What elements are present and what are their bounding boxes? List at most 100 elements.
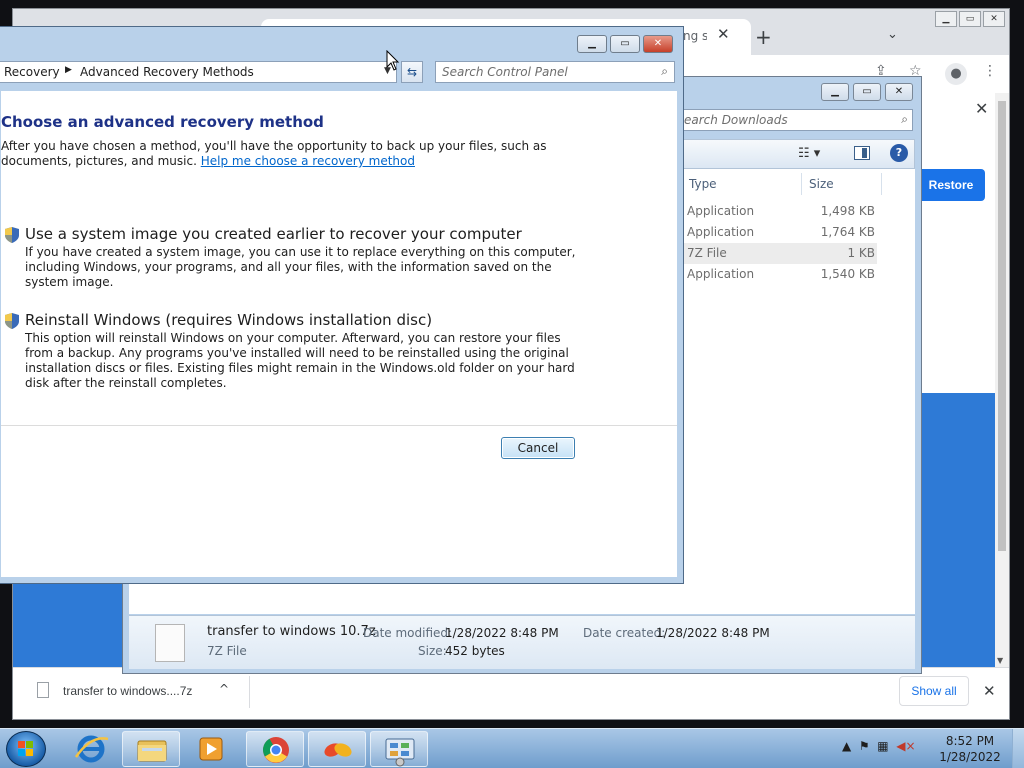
details-file-name: transfer to windows 10.7z (207, 624, 376, 639)
profile-avatar-icon[interactable]: ● (945, 63, 967, 85)
control-panel-icon (385, 738, 415, 767)
minimize-button[interactable]: ▁ (821, 83, 849, 101)
date-created-value: 1/28/2022 8:48 PM (656, 626, 770, 640)
page-title: Choose an advanced recovery method (1, 113, 324, 131)
file-size: 1,498 KB (820, 204, 875, 218)
taskbar-google-chrome[interactable] (246, 731, 304, 767)
size-label: Size: (418, 644, 447, 658)
address-bar[interactable]: Recovery ▶ Advanced Recovery Methods ▼ (0, 61, 397, 83)
downloads-bar-close-icon[interactable]: ✕ (983, 682, 996, 700)
close-button[interactable]: ✕ (643, 35, 673, 53)
maximize-button[interactable]: ▭ (610, 35, 640, 53)
download-item-name[interactable]: transfer to windows....7z (63, 684, 192, 698)
show-all-button[interactable]: Show all (899, 676, 969, 706)
new-tab-button[interactable]: + (755, 25, 772, 49)
app-icon (324, 743, 352, 757)
start-button[interactable] (6, 731, 46, 767)
file-row[interactable]: Application 1,498 KB (683, 201, 877, 222)
search-control-panel-input[interactable]: Search Control Panel ⌕ (435, 61, 675, 83)
file-size: 1,764 KB (820, 225, 875, 239)
action-center-flag-icon[interactable]: ⚑ (859, 739, 870, 753)
windows-logo-icon (18, 741, 33, 756)
breadcrumb-advanced-recovery-methods[interactable]: Advanced Recovery Methods (80, 65, 254, 79)
file-row[interactable]: Application 1,764 KB (683, 222, 877, 243)
minimize-button[interactable]: ▁ (935, 11, 957, 27)
taskbar-control-panel[interactable] (370, 731, 428, 767)
file-type: 7Z File (687, 246, 727, 260)
restore-button[interactable]: Restore (917, 169, 985, 201)
file-size: 1,540 KB (820, 267, 875, 281)
search-icon[interactable]: ⌕ (661, 64, 668, 79)
tab-title: ng sı (683, 29, 707, 43)
file-icon (155, 624, 185, 662)
mouse-cursor-icon (386, 50, 400, 71)
column-header-size[interactable]: Size (809, 177, 834, 191)
system-image-option-description: If you have created a system image, you … (25, 245, 576, 289)
explorer-window-controls: ▁ ▭ ✕ (821, 83, 913, 101)
search-placeholder: Search Control Panel (442, 65, 568, 79)
change-view-icon[interactable]: ☷ ▾ (798, 146, 820, 161)
taskbar-clock[interactable]: 8:52 PM 1/28/2022 (930, 733, 1010, 765)
date-created-label: Date created: (583, 626, 666, 640)
search-placeholder: earch Downloads (684, 113, 788, 127)
page-description: After you have chosen a method, you'll h… (1, 139, 561, 169)
date-modified-label: Date modified: (363, 626, 453, 640)
help-choose-recovery-link[interactable]: Help me choose a recovery method (201, 154, 415, 168)
refresh-button[interactable]: ⇆ (401, 61, 423, 83)
details-pane: transfer to windows 10.7z 7Z File Date m… (129, 615, 915, 669)
cancel-button[interactable]: Cancel (501, 437, 575, 459)
chrome-window-controls: ▁ ▭ ✕ (935, 11, 1005, 27)
taskbar-media-player[interactable] (182, 731, 240, 767)
media-player-icon (199, 737, 223, 761)
volume-muted-icon[interactable]: ◀× (896, 739, 915, 753)
page-dialog-card (913, 93, 999, 393)
tab-search-chevron-icon[interactable]: ⌄ (887, 27, 898, 42)
file-type: Application (687, 267, 755, 281)
search-downloads-input[interactable]: earch Downloads ⌕ (679, 109, 913, 131)
close-button[interactable]: ✕ (983, 11, 1005, 27)
taskbar-internet-explorer[interactable] (62, 731, 120, 767)
breadcrumb-arrow-icon[interactable]: ▶ (65, 65, 72, 75)
column-divider[interactable] (801, 173, 802, 195)
file-row-selected[interactable]: 7Z File 1 KB (683, 243, 877, 264)
close-button[interactable]: ✕ (885, 83, 913, 101)
network-icon[interactable]: ▦ (877, 739, 888, 753)
taskbar: ▲ ⚑ ▦ ◀× 8:52 PM 1/28/2022 (0, 728, 1024, 768)
details-file-type: 7Z File (207, 644, 247, 658)
download-options-chevron-icon[interactable]: ^ (219, 682, 229, 696)
divider (1, 425, 677, 426)
file-row[interactable]: Application 1,540 KB (683, 264, 877, 285)
page-scrollbar[interactable]: ▼ (995, 93, 1009, 667)
clock-date: 1/28/2022 (939, 750, 1001, 764)
chrome-icon (262, 737, 289, 763)
page-dialog-close-icon[interactable]: ✕ (975, 99, 988, 118)
search-icon[interactable]: ⌕ (901, 112, 908, 127)
maximize-button[interactable]: ▭ (959, 11, 981, 27)
preview-pane-icon[interactable] (854, 146, 870, 160)
column-divider[interactable] (881, 173, 882, 195)
folder-icon (137, 740, 167, 762)
system-image-option-link[interactable]: Use a system image you created earlier t… (25, 225, 522, 243)
internet-explorer-icon (74, 735, 109, 763)
system-tray: ▲ ⚑ ▦ ◀× (842, 739, 916, 753)
reinstall-windows-option-link[interactable]: Reinstall Windows (requires Windows inst… (25, 311, 432, 329)
show-hidden-icons-chevron-icon[interactable]: ▲ (842, 739, 851, 753)
help-icon[interactable]: ? (890, 144, 908, 162)
minimize-button[interactable]: ▁ (577, 35, 607, 53)
advanced-recovery-window: ▁ ▭ ✕ Recovery ▶ Advanced Recovery Metho… (0, 26, 684, 584)
scrollbar-thumb[interactable] (998, 101, 1006, 551)
size-value: 452 bytes (445, 644, 505, 658)
tab-close-icon[interactable]: ✕ (717, 25, 730, 43)
show-desktop-button[interactable] (1012, 729, 1024, 768)
recovery-content: Choose an advanced recovery method After… (1, 91, 677, 577)
uac-shield-icon (5, 313, 19, 329)
taskbar-windows-explorer[interactable] (122, 731, 180, 767)
breadcrumb-recovery[interactable]: Recovery (4, 65, 60, 79)
menu-dots-icon[interactable]: ⋮ (983, 63, 997, 79)
column-header-type[interactable]: Type (689, 177, 717, 191)
scroll-down-arrow-icon[interactable]: ▼ (997, 656, 1003, 665)
file-type: Application (687, 204, 755, 218)
taskbar-app[interactable] (308, 731, 366, 767)
reinstall-windows-option-description: This option will reinstall Windows on yo… (25, 331, 575, 390)
maximize-button[interactable]: ▭ (853, 83, 881, 101)
